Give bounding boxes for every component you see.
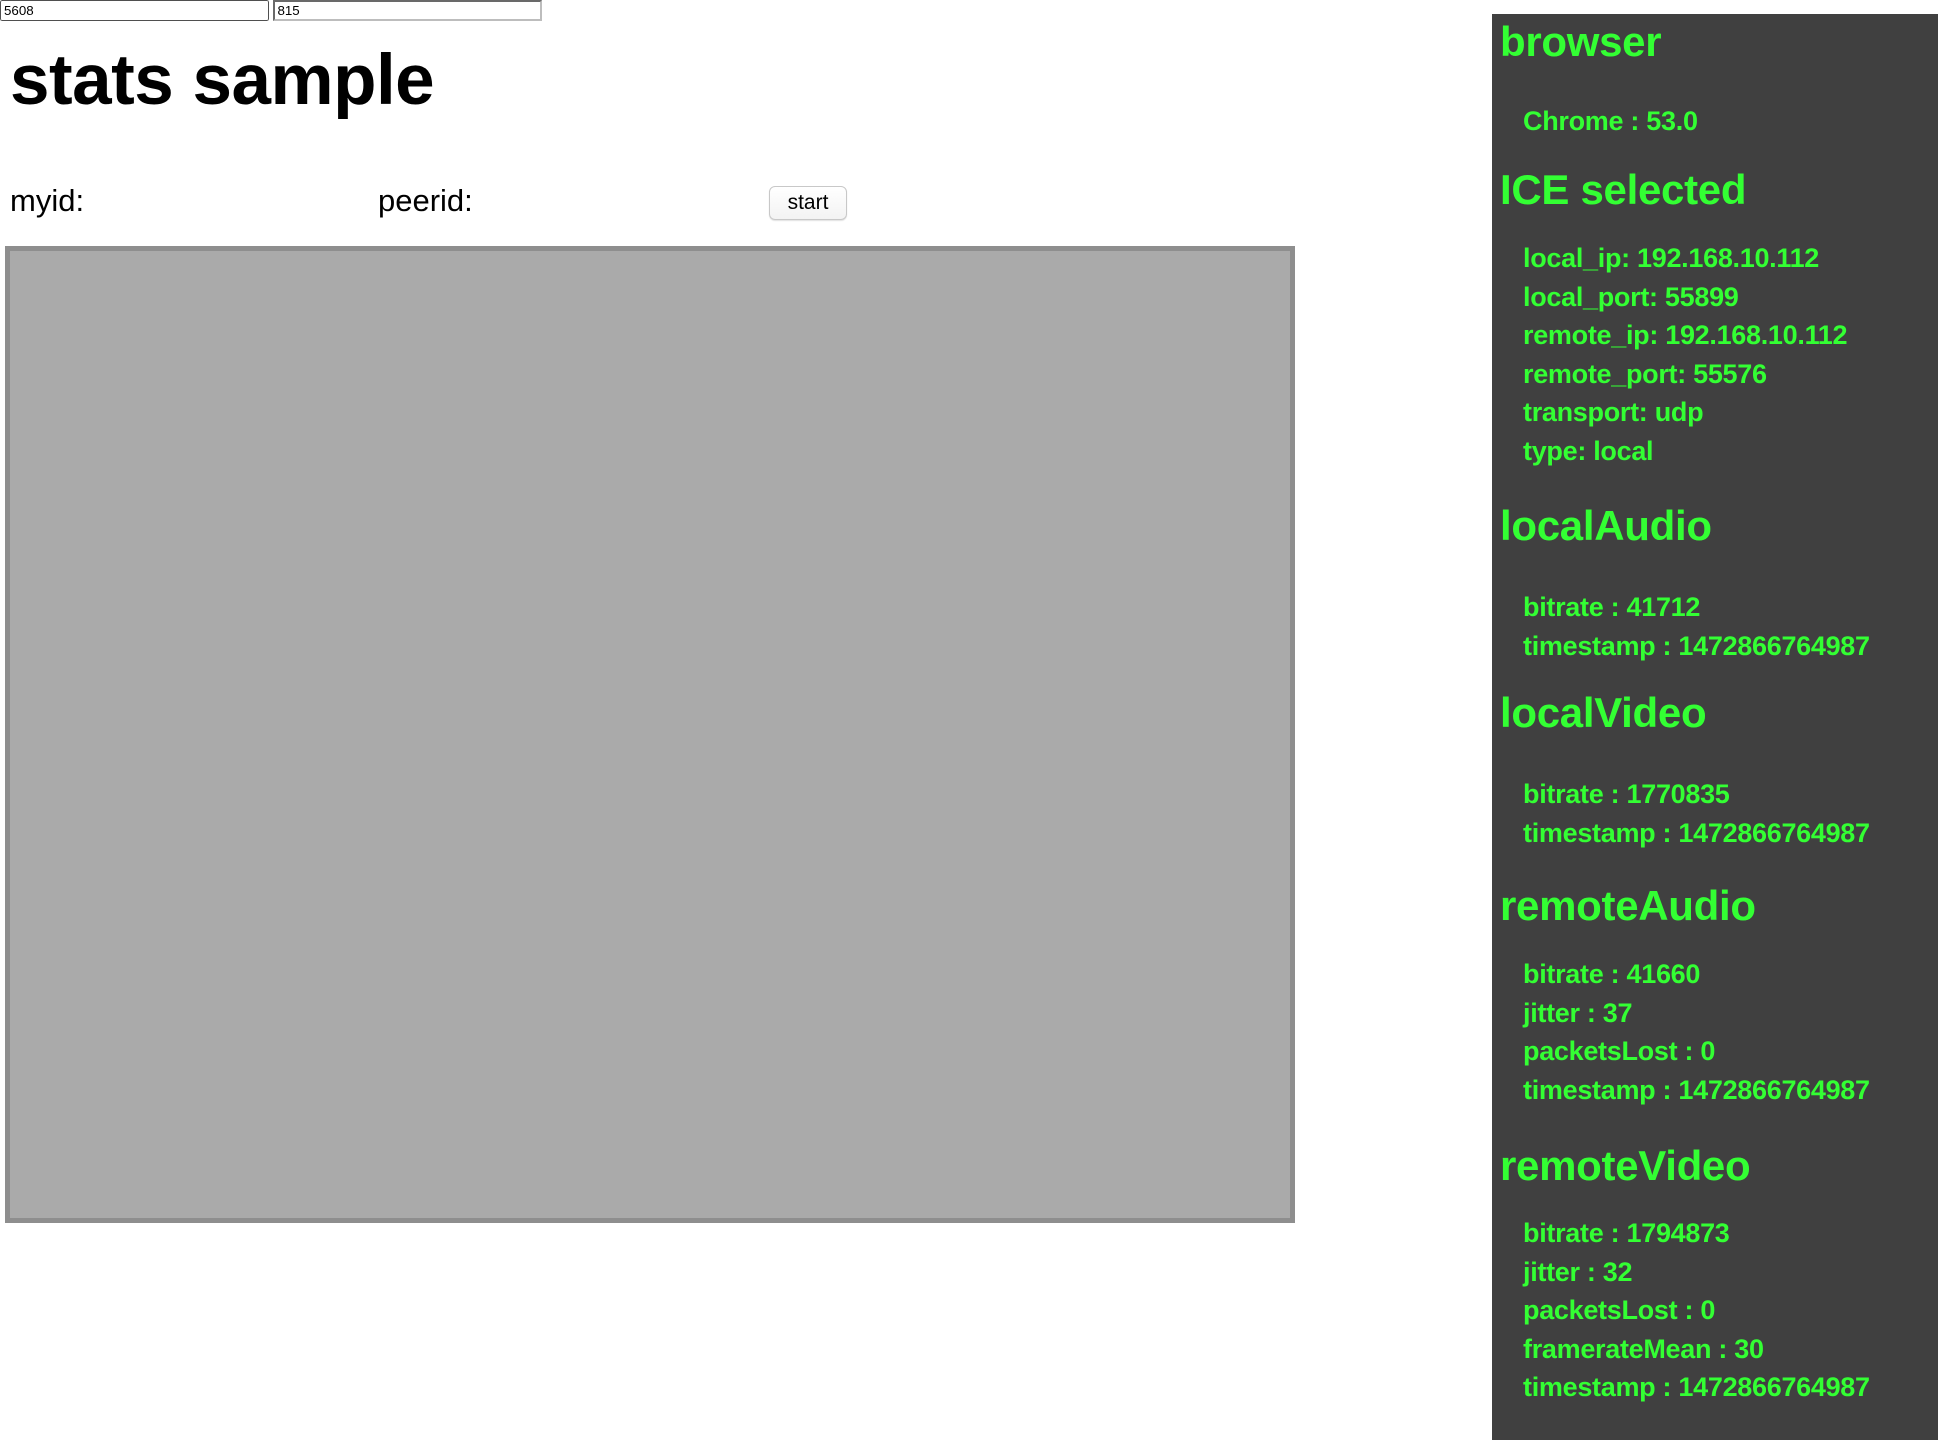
section-heading-remote-video: remoteVideo [1500,1142,1751,1189]
stat-item: jitter : 37 [1523,997,1633,1028]
stats-panel: browser Chrome : 53.0 ICE selected local… [1492,14,1938,1440]
stat-item: packetsLost : 0 [1523,1036,1716,1066]
video-area [5,246,1295,1223]
myid-input[interactable] [0,0,269,21]
peerid-label: peerid: [378,183,473,218]
stat-item: packetsLost : 0 [1523,1295,1716,1325]
stat-item: bitrate : 1770835 [1523,779,1730,809]
stat-item: remote_ip: 192.168.10.112 [1523,320,1848,350]
page-title: stats sample [10,41,435,120]
stat-item: bitrate : 41660 [1523,959,1701,989]
peerid-input[interactable] [273,0,543,21]
myid-label: myid: [10,183,85,218]
section-heading-browser: browser [1500,18,1662,65]
section-heading-remote-audio: remoteAudio [1500,882,1756,929]
stat-item: timestamp : 1472866764987 [1523,1372,1870,1402]
section-heading-local-video: localVideo [1500,689,1707,736]
section-heading-ice-selected: ICE selected [1500,166,1747,213]
stat-list-local-video: bitrate : 1770835 timestamp : 1472866764… [1523,775,1870,852]
stat-item: Chrome : 53.0 [1523,106,1698,136]
stat-item: bitrate : 1794873 [1523,1218,1730,1248]
stat-item: timestamp : 1472866764987 [1523,630,1870,661]
start-button[interactable]: start [769,186,847,220]
stat-list-browser: Chrome : 53.0 [1523,102,1698,141]
stat-item: timestamp : 1472866764987 [1523,817,1870,848]
stat-list-ice-selected: local_ip: 192.168.10.112 local_port: 558… [1523,239,1848,470]
stat-item: remote_port: 55576 [1523,358,1767,389]
stat-list-local-audio: bitrate : 41712 timestamp : 147286676498… [1523,588,1870,665]
stat-item: local_ip: 192.168.10.112 [1523,243,1820,273]
stat-item: timestamp : 1472866764987 [1523,1074,1870,1105]
section-heading-local-audio: localAudio [1500,502,1712,549]
stat-item: type: local [1523,435,1654,466]
stat-item: framerateMean : 30 [1523,1333,1764,1364]
stat-list-remote-video: bitrate : 1794873 jitter : 32 packetsLos… [1523,1214,1870,1407]
stat-item: local_port: 55899 [1523,281,1739,312]
stat-item: transport: udp [1523,397,1704,427]
stat-item: jitter : 32 [1523,1256,1633,1287]
stat-item: bitrate : 41712 [1523,592,1701,622]
stat-list-remote-audio: bitrate : 41660 jitter : 37 packetsLost … [1523,955,1870,1109]
